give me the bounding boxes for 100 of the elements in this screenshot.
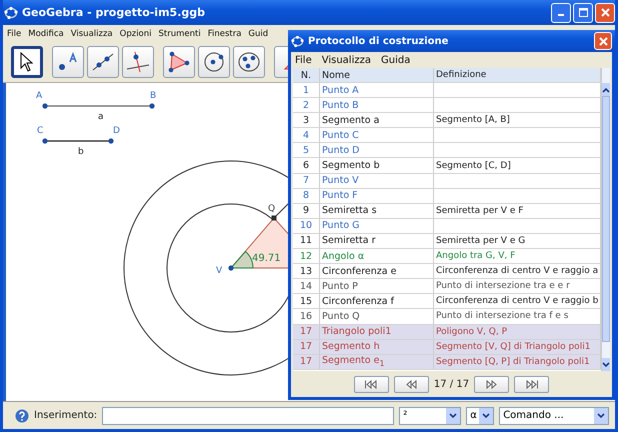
menu-item[interactable]: File <box>7 28 22 38</box>
chevron-up-icon <box>602 86 610 92</box>
table-row[interactable]: 15 Circonferenza f Circonferenza di centro V e raggio b <box>293 294 602 310</box>
table-cell: 17 <box>293 340 320 354</box>
table-cell: 11 <box>293 234 320 248</box>
table-cell: 13 <box>293 264 320 278</box>
chevron-down-icon <box>449 412 458 418</box>
table-row[interactable]: 17 Segmento h Segmento [V, Q] di Triangolo poli1 <box>293 340 602 355</box>
column-header[interactable]: Nome <box>320 68 434 82</box>
symbol-dropdown[interactable]: ² <box>399 406 462 424</box>
table-cell: 8 <box>293 188 320 203</box>
perpendicular-line-icon <box>126 51 150 73</box>
tool-button[interactable] <box>198 46 230 78</box>
tool-button[interactable] <box>122 46 154 78</box>
table-row[interactable]: 7 Punto V <box>293 174 602 189</box>
menu-item[interactable]: Strumenti <box>158 28 201 38</box>
menu-item[interactable]: Visualizza <box>322 54 371 66</box>
table-cell: Punto Q <box>320 309 434 324</box>
table-cell: Segmento b <box>320 158 434 173</box>
table-row[interactable]: 4 Punto C <box>293 128 602 144</box>
last-button[interactable] <box>514 376 550 392</box>
prev-button[interactable] <box>394 376 429 392</box>
circle-icon <box>202 51 226 73</box>
table-row[interactable]: 14 Punto P Punto di intersezione tra e e r <box>293 279 602 294</box>
table-cell: 4 <box>293 128 320 142</box>
close-button[interactable] <box>595 2 615 22</box>
next-button[interactable] <box>474 376 510 392</box>
table-cell: 7 <box>293 174 320 188</box>
table-cell: Punto A <box>320 83 434 98</box>
point-label: V <box>216 266 222 276</box>
menu-item[interactable]: Guid <box>248 28 268 38</box>
table-row[interactable]: 5 Punto D <box>293 143 602 158</box>
menu-item[interactable]: Guida <box>381 54 410 66</box>
table-row[interactable]: 17 Triangolo poli1 Poligono V, Q, P <box>293 324 602 340</box>
minimize-button[interactable] <box>551 2 571 22</box>
segment-line <box>45 140 111 142</box>
table-cell: 5 <box>293 143 320 158</box>
table-cell: Triangolo poli1 <box>320 324 434 339</box>
triangle-icon <box>167 51 191 73</box>
table-row[interactable]: 16 Punto Q Punto di intersezione tra f e s <box>293 309 602 324</box>
maximize-icon <box>578 8 588 17</box>
table-row[interactable]: 11 Semiretta r Semiretta per V e G <box>293 234 602 250</box>
point-marker <box>42 138 48 144</box>
table-cell: Punto B <box>320 98 434 112</box>
help-icon[interactable] <box>15 408 29 422</box>
table-row[interactable]: 17 Segmento e$_{1}$ Segmento [Q, P] di Triangolo poli1 <box>293 354 602 370</box>
point-label: Q <box>268 204 276 214</box>
table-cell: Circonferenza e <box>320 264 434 278</box>
command-dropdown[interactable]: Comando ... <box>499 406 609 424</box>
cursor-icon <box>20 52 34 72</box>
menu-item[interactable]: Visualizza <box>70 28 113 38</box>
table-cell: 15 <box>293 294 320 308</box>
tool-button[interactable] <box>11 46 43 78</box>
position-indicator: 17 / 17 <box>434 378 470 390</box>
table-row[interactable]: 8 Punto F <box>293 188 602 204</box>
table-row[interactable]: 13 Circonferenza e Circonferenza di centro V e raggio a <box>293 264 602 280</box>
close-button[interactable] <box>594 32 612 50</box>
table-row[interactable]: 9 Semiretta s Semiretta per V e F <box>293 204 602 219</box>
menu-item[interactable]: Modifica <box>28 28 64 38</box>
close-icon <box>600 8 610 17</box>
point-marker <box>228 265 234 271</box>
first-button[interactable] <box>354 376 389 392</box>
segment-label: a <box>98 112 104 122</box>
menu-item[interactable]: Finestra <box>208 28 242 38</box>
table-cell: Punto G <box>320 218 434 233</box>
menu-item[interactable]: File <box>295 54 312 66</box>
table-cell: 1 <box>293 83 320 98</box>
table-row[interactable]: 3 Segmento a Segmento [A, B] <box>293 113 602 128</box>
table-cell: 3 <box>293 113 320 128</box>
point-marker <box>42 103 48 109</box>
menu-item[interactable]: Opzioni <box>120 28 152 38</box>
table-row[interactable]: 6 Segmento b Segmento [C, D] <box>293 158 602 174</box>
table-cell: Punto V <box>320 174 434 188</box>
skip-forward-icon <box>524 380 539 388</box>
scrollbar[interactable] <box>601 68 610 371</box>
tool-button[interactable] <box>233 46 265 78</box>
column-header[interactable]: N. <box>293 68 320 82</box>
table-cell: 9 <box>293 204 320 218</box>
close-icon <box>598 36 608 46</box>
point-label: A <box>36 91 42 101</box>
maximize-button[interactable] <box>573 2 593 22</box>
tool-button[interactable] <box>87 46 119 78</box>
ellipse-icon <box>237 51 261 73</box>
chevron-down-icon <box>597 412 605 418</box>
table-row[interactable]: 10 Punto G <box>293 218 602 234</box>
point-label: D <box>113 126 120 136</box>
table-row[interactable]: 2 Punto B <box>293 98 602 114</box>
greek-dropdown[interactable]: α <box>466 406 494 424</box>
table-row[interactable]: 1 Punto A <box>293 83 602 98</box>
input-field[interactable] <box>102 406 394 424</box>
table-cell: 12 <box>293 249 320 264</box>
step-back-icon <box>404 380 418 388</box>
table-cell: Segmento a <box>320 113 434 128</box>
scroll-thumb[interactable] <box>602 96 610 342</box>
table-row[interactable]: 12 Angolo α Angolo tra G, V, F <box>293 249 602 264</box>
table-cell: Circonferenza f <box>320 294 434 308</box>
point-label: C <box>37 126 44 136</box>
tool-button[interactable] <box>52 46 84 78</box>
tool-button[interactable] <box>163 46 195 78</box>
skip-back-icon <box>364 380 378 388</box>
